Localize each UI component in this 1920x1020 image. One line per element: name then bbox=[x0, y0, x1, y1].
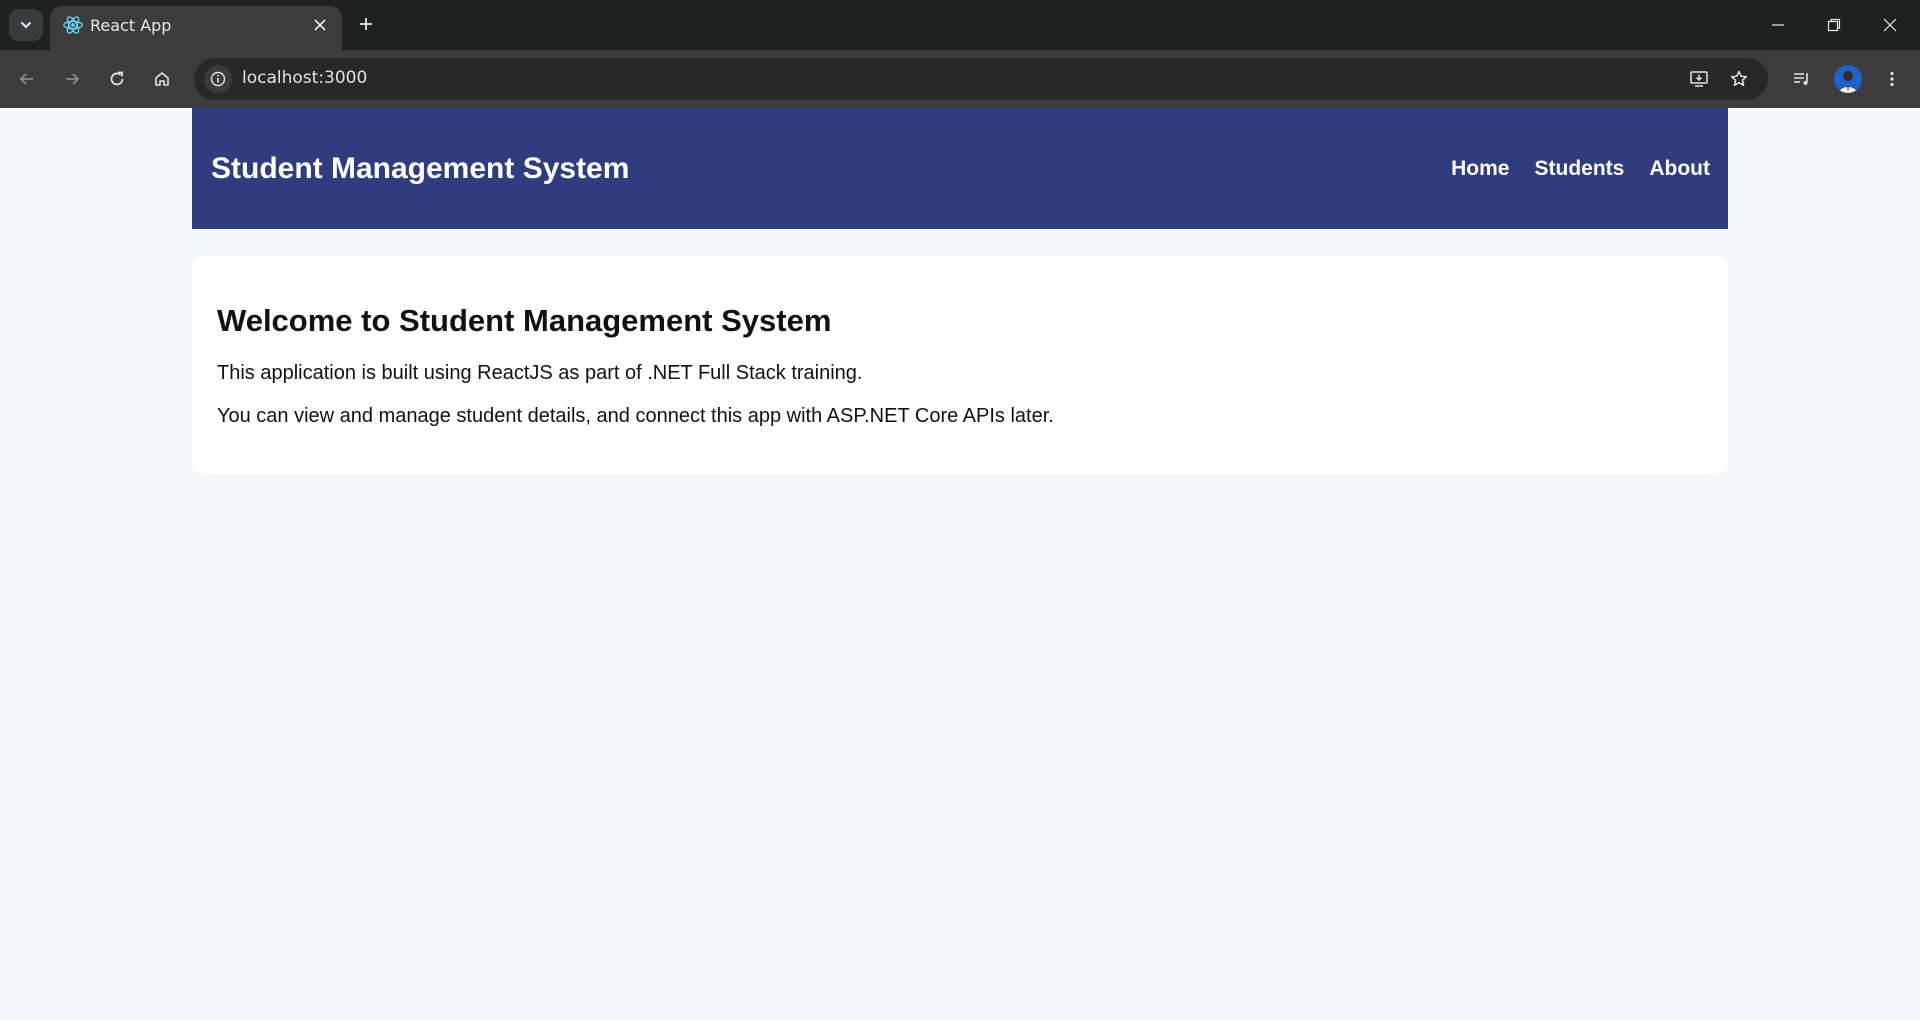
tab-title: React App bbox=[90, 16, 172, 35]
nav-link-home[interactable]: Home bbox=[1451, 157, 1509, 181]
welcome-card: Welcome to Student Management System Thi… bbox=[192, 255, 1728, 474]
close-window-button[interactable] bbox=[1862, 0, 1918, 50]
address-bar[interactable]: localhost:3000 bbox=[194, 58, 1768, 100]
close-icon bbox=[1883, 18, 1897, 32]
close-icon bbox=[314, 19, 326, 31]
bookmark-button[interactable] bbox=[1724, 64, 1754, 94]
forward-button[interactable] bbox=[54, 61, 90, 97]
url-text[interactable]: localhost:3000 bbox=[242, 68, 367, 88]
nav-links: Home Students About bbox=[1451, 157, 1710, 181]
home-icon bbox=[155, 72, 169, 86]
app-navbar: Student Management System Home Students … bbox=[192, 108, 1728, 229]
tab-close-button[interactable] bbox=[308, 13, 332, 37]
intro-paragraph: This application is built using ReactJS … bbox=[217, 362, 863, 384]
browser-tab-active[interactable]: React App bbox=[50, 6, 342, 50]
install-icon bbox=[1690, 71, 1708, 87]
app-brand: Student Management System bbox=[211, 152, 630, 185]
info-icon bbox=[210, 71, 226, 87]
site-info-button[interactable] bbox=[204, 65, 232, 93]
tab-search-button[interactable] bbox=[9, 9, 43, 41]
avatar-icon bbox=[1834, 65, 1862, 93]
reload-icon bbox=[110, 71, 124, 86]
media-controls-button[interactable] bbox=[1784, 61, 1820, 97]
reload-button[interactable] bbox=[99, 61, 135, 97]
minimize-button[interactable] bbox=[1750, 0, 1806, 50]
back-button[interactable] bbox=[9, 61, 45, 97]
nav-link-about[interactable]: About bbox=[1649, 157, 1710, 181]
browser-tabstrip: React App bbox=[0, 0, 1920, 50]
welcome-heading: Welcome to Student Management System bbox=[217, 303, 832, 338]
nav-link-students[interactable]: Students bbox=[1535, 157, 1625, 181]
chevron-down-icon bbox=[21, 22, 31, 29]
arrow-right-icon bbox=[66, 73, 80, 85]
profile-avatar[interactable] bbox=[1834, 65, 1862, 93]
browser-toolbar: localhost:3000 bbox=[0, 50, 1920, 108]
new-tab-button[interactable] bbox=[352, 10, 380, 38]
restore-icon bbox=[1827, 18, 1841, 32]
details-paragraph: You can view and manage student details,… bbox=[217, 405, 1054, 427]
plus-icon bbox=[360, 18, 372, 30]
home-button[interactable] bbox=[144, 61, 180, 97]
page-viewport: Student Management System Home Students … bbox=[0, 108, 1920, 1020]
install-app-button[interactable] bbox=[1684, 64, 1714, 94]
arrow-left-icon bbox=[19, 73, 33, 85]
media-queue-icon bbox=[1794, 73, 1808, 85]
star-icon bbox=[1730, 70, 1748, 87]
browser-menu-button[interactable] bbox=[1874, 61, 1910, 97]
more-vertical-icon bbox=[1890, 71, 1894, 87]
minimize-icon bbox=[1772, 24, 1784, 26]
restore-button[interactable] bbox=[1806, 0, 1862, 50]
react-icon bbox=[63, 16, 83, 34]
